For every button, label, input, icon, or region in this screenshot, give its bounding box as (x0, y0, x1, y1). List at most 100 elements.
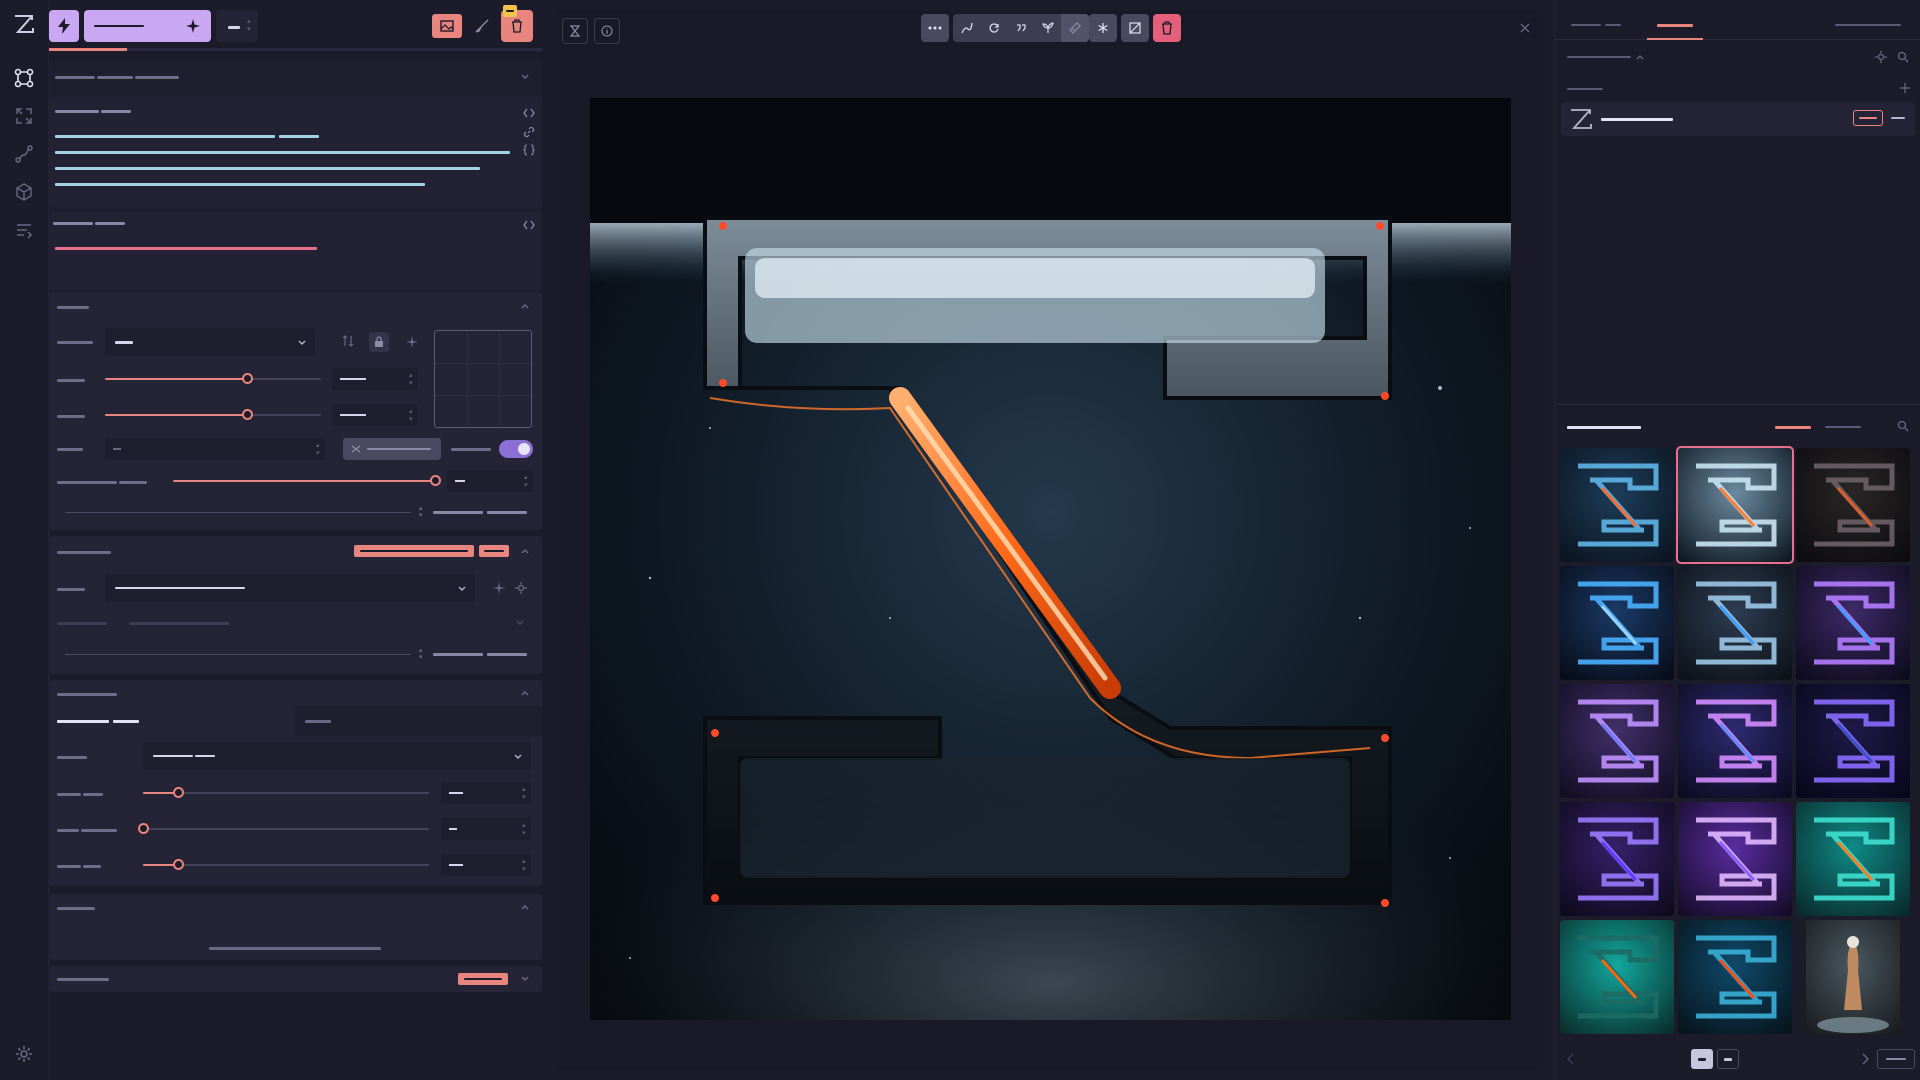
coherence-mode-select[interactable] (143, 742, 531, 770)
guidance-slider[interactable] (173, 475, 441, 486)
width-slider-thumb[interactable] (242, 373, 253, 384)
tab-coherence[interactable] (49, 706, 295, 736)
info-button[interactable] (594, 18, 620, 44)
jump-page-button[interactable] (1877, 1049, 1915, 1069)
coherence-strength-input[interactable]: ▴ ▾ (441, 818, 531, 840)
tab-layers[interactable] (1565, 10, 1635, 40)
guidance-input[interactable]: ▴ ▾ (447, 470, 533, 492)
invoke-queue-button[interactable] (84, 10, 211, 42)
tab-gallery[interactable] (1647, 10, 1703, 40)
height-slider-thumb[interactable] (242, 409, 253, 420)
gallery-thumbnail[interactable] (1796, 448, 1910, 562)
gear-icon[interactable] (515, 582, 527, 594)
coherence-strength-thumb[interactable] (138, 823, 149, 834)
advanced-section[interactable] (49, 966, 542, 992)
seedling-icon[interactable] (1042, 22, 1054, 34)
gallery-thumbnail[interactable] (1796, 920, 1910, 1034)
sparkles-icon[interactable] (406, 336, 418, 348)
gallery-thumbnail[interactable] (1560, 566, 1674, 680)
link-icon[interactable] (523, 126, 535, 138)
generation-header[interactable] (49, 536, 542, 566)
eraser-icon[interactable] (1069, 22, 1081, 34)
code-icon[interactable] (523, 108, 535, 118)
hourglass-button[interactable] (562, 18, 588, 44)
zeta-logo-icon[interactable] (10, 10, 38, 38)
board-item[interactable] (1561, 102, 1915, 136)
chevron-right-icon[interactable] (1861, 1053, 1869, 1065)
gallery-thumbnail[interactable] (1676, 446, 1794, 564)
page-1-button[interactable] (1691, 1049, 1713, 1069)
quote-icon[interactable] (1015, 22, 1027, 34)
aspect-select[interactable] (105, 328, 315, 356)
crop-button[interactable] (1121, 14, 1149, 42)
coherence-steps-thumb[interactable] (173, 787, 184, 798)
gallery-thumbnail[interactable] (1796, 684, 1910, 798)
random-seed-toggle[interactable] (499, 440, 533, 458)
refresh-icon[interactable] (988, 22, 1000, 34)
gear-icon[interactable] (10, 1040, 38, 1068)
coherence-steps-input[interactable]: ▴ ▾ (441, 782, 531, 804)
gallery-thumbnail[interactable] (1560, 920, 1674, 1034)
width-slider[interactable] (105, 373, 321, 384)
control-layers-header[interactable] (49, 894, 542, 922)
seed-input[interactable]: ▴ ▾ (105, 438, 325, 460)
gallery-thumbnail[interactable] (1678, 920, 1792, 1034)
negative-prompt[interactable] (49, 212, 542, 290)
gallery-thumbnail[interactable] (1560, 802, 1674, 916)
guidance-slider-thumb[interactable] (430, 475, 441, 486)
delete-image-button[interactable] (1153, 14, 1181, 42)
gear-icon[interactable] (1875, 51, 1887, 63)
plus-icon[interactable] (1899, 82, 1911, 94)
nodes-icon[interactable] (10, 64, 38, 92)
workflow-icon[interactable] (10, 140, 38, 168)
swap-icon[interactable] (342, 335, 354, 347)
crop-icon (1129, 22, 1141, 34)
queue-icon[interactable] (10, 216, 38, 244)
parameters-panel: ▴ ▾ ▴ ▾ ▴ ▾ ▴ ▾ ▴ ▾ ▴ ▾ ▴ ▾ ▴ ▾ ▴ ▾ ▴ ▾ (49, 0, 546, 1080)
tab-brush[interactable] (467, 14, 497, 38)
lock-button[interactable] (369, 332, 389, 352)
code-icon[interactable] (523, 220, 535, 230)
mask-blur-slider[interactable] (143, 859, 429, 870)
models-icon[interactable] (10, 178, 38, 206)
chevron-left-icon[interactable] (1567, 1053, 1575, 1065)
coherence-steps-slider[interactable] (143, 787, 429, 798)
tab-mask[interactable] (295, 706, 542, 736)
gallery-thumbnail[interactable] (1796, 802, 1910, 916)
gallery-thumbnail[interactable] (1560, 684, 1674, 798)
mask-blur-thumb[interactable] (173, 859, 184, 870)
positive-prompt[interactable] (49, 96, 542, 208)
coherence-strength-slider[interactable] (138, 823, 429, 834)
upscale-icon[interactable] (10, 102, 38, 130)
page-2-button[interactable] (1717, 1049, 1739, 1069)
asterisk-button[interactable] (1089, 14, 1117, 42)
pencil-curve-icon[interactable] (961, 22, 973, 34)
collapse-generation[interactable]: ▴ ▾ (419, 647, 427, 661)
height-input[interactable]: ▴ ▾ (332, 404, 418, 426)
model-select[interactable] (105, 574, 475, 602)
braces-icon[interactable] (523, 144, 535, 156)
search-icon[interactable] (1897, 420, 1909, 432)
image-settings-header[interactable] (49, 292, 542, 320)
gallery-thumbnail[interactable] (1678, 684, 1792, 798)
invoke-button[interactable] (49, 10, 79, 42)
tab-assets[interactable] (1817, 418, 1863, 436)
sparkles-icon[interactable] (493, 582, 505, 594)
gallery-thumbnail[interactable] (1796, 566, 1910, 680)
gallery-thumbnail[interactable] (1678, 802, 1792, 916)
collapse-advanced[interactable]: ▴ ▾ (419, 505, 427, 519)
width-input[interactable]: ▴ ▾ (332, 368, 418, 390)
close-icon[interactable] (1520, 23, 1530, 33)
tab-image[interactable] (432, 14, 462, 38)
height-slider[interactable] (105, 409, 321, 420)
more-button[interactable] (921, 14, 949, 42)
shuffle-seed-button[interactable] (343, 438, 441, 460)
iterations-field[interactable]: ▴ ▾ (216, 10, 258, 42)
tab-images[interactable] (1767, 418, 1813, 436)
search-icon[interactable] (1897, 51, 1909, 63)
mask-blur-input[interactable]: ▴ ▾ (441, 854, 531, 876)
boards-header[interactable] (1561, 46, 1911, 68)
prompts-header[interactable] (49, 60, 542, 88)
gallery-thumbnail[interactable] (1678, 566, 1792, 680)
gallery-thumbnail[interactable] (1560, 448, 1674, 562)
